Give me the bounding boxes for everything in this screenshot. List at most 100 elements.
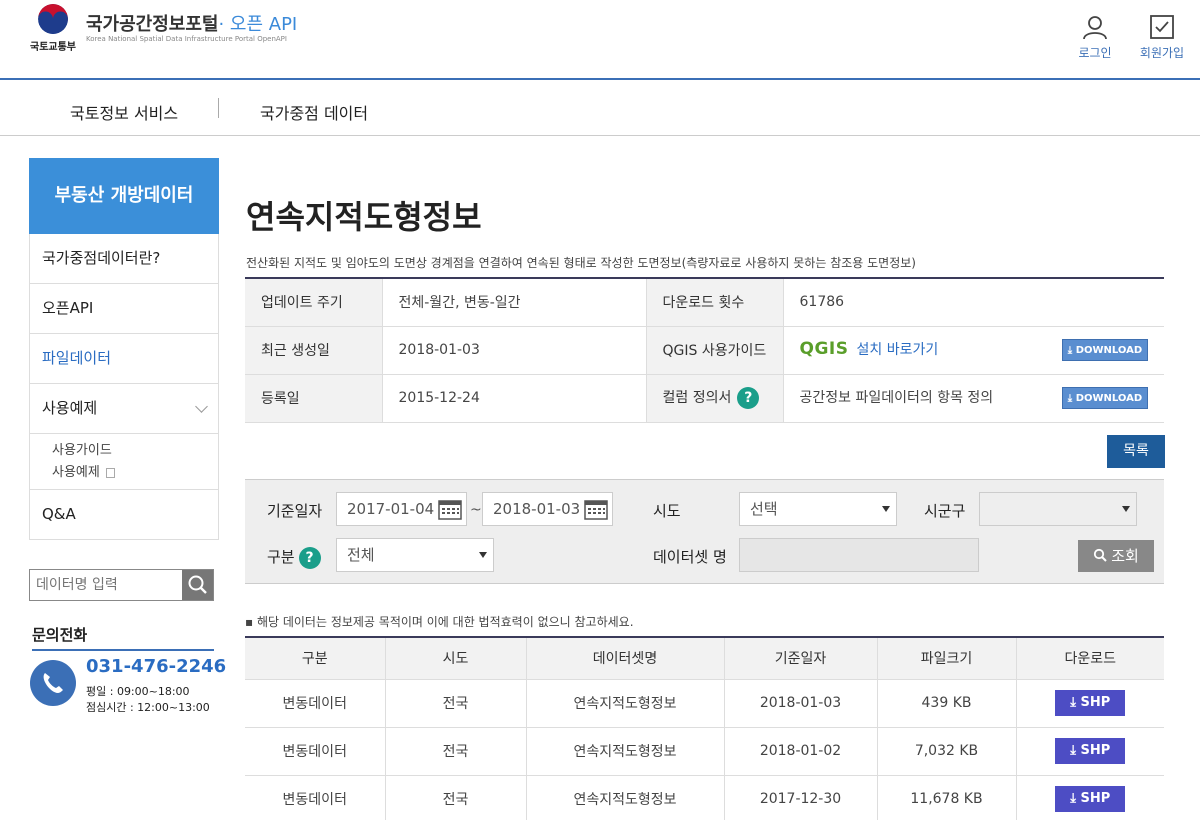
contact-title: 문의전화 [32, 624, 214, 651]
page-description: 전산화된 지적도 및 임야도의 도면상 경계점을 연결하여 연속된 형태로 작성… [246, 256, 916, 270]
info-label-registered: 등록일 [245, 374, 382, 423]
cell-date: 2017-12-30 [723, 775, 877, 820]
search-icon [1094, 548, 1107, 562]
cell-download: ⤓ SHP [1015, 775, 1164, 820]
contact-hours: 평일 : 09:00~18:00 점심시간 : 12:00~13:00 [86, 684, 210, 716]
sido-select[interactable]: 선택 [739, 492, 897, 526]
shp-download-button[interactable]: ⤓ SHP [1055, 738, 1126, 764]
info-label-qgis: QGIS 사용가이드 [645, 326, 783, 375]
sidebar-title[interactable]: 부동산 개방데이터 [29, 158, 219, 234]
sidebar-search [29, 569, 214, 601]
hours-weekday: 평일 : 09:00~18:00 [86, 685, 190, 698]
sidebar-item-qna[interactable]: Q&A [29, 490, 219, 540]
cell-type: 변동데이터 [245, 727, 385, 776]
col-header-filesize: 파일크기 [876, 637, 1016, 680]
ministry-name: 국토교통부 [30, 42, 76, 53]
cell-sido: 전국 [384, 679, 526, 728]
info-value-columns: 공간정보 파일데이터의 항목 정의 ⤓ DOWNLOAD [782, 374, 1164, 423]
sidebar-subitem-guide[interactable]: 사용가이드 [52, 440, 218, 462]
date-from-value: 2017-01-04 [347, 500, 435, 518]
copy-icon [105, 467, 115, 478]
shp-label: SHP [1080, 791, 1111, 806]
dropdown-arrow-icon [479, 552, 487, 558]
government-emblem-icon[interactable] [38, 4, 68, 34]
shp-download-button[interactable]: ⤓ SHP [1055, 786, 1126, 812]
nav-item-land-info[interactable]: 국토정보 서비스 [70, 100, 178, 124]
columns-download-button[interactable]: ⤓ DOWNLOAD [1062, 387, 1148, 409]
checkbox-icon [1150, 15, 1174, 39]
sidebar-submenu: 사용가이드 사용예제 [29, 434, 219, 490]
columns-desc: 공간정보 파일데이터의 항목 정의 [799, 390, 994, 406]
download-label: DOWNLOAD [1075, 345, 1143, 356]
sidebar-subitem-example[interactable]: 사용예제 [52, 462, 218, 484]
portal-title[interactable]: 국가공간정보포털· 오픈 API [86, 10, 297, 36]
info-label-created: 최근 생성일 [245, 326, 382, 375]
user-icon [1083, 16, 1107, 40]
cell-download: ⤓ SHP [1015, 727, 1164, 776]
date-from-input[interactable]: 2017-01-04 [336, 492, 467, 526]
nav-item-key-data[interactable]: 국가중점 데이터 [260, 100, 368, 124]
shp-download-button[interactable]: ⤓ SHP [1055, 690, 1126, 716]
hours-lunch: 점심시간 : 12:00~13:00 [86, 701, 210, 714]
table-row: 변동데이터 전국 연속지적도형정보 2018-01-03 439 KB ⤓ SH… [245, 679, 1164, 728]
sidebar: 부동산 개방데이터 국가중점데이터란? 오픈API 파일데이터 사용예제 사용가… [29, 158, 219, 540]
file-data-table: 구분 시도 데이터셋명 기준일자 파일크기 다운로드 변동데이터 전국 연속지적… [245, 636, 1164, 820]
dataset-name-label: 데이터셋 명 [653, 548, 727, 566]
login-button[interactable]: 로그인 [1065, 14, 1125, 61]
query-button[interactable]: 조회 [1078, 540, 1154, 572]
search-button[interactable] [182, 570, 213, 600]
top-navigation: 국토정보 서비스 국가중점 데이터 [0, 82, 1200, 136]
info-label-columns: 컬럼 정의서? [645, 374, 783, 423]
qgis-logo: QGIS [799, 339, 849, 359]
cell-filesize: 11,678 KB [876, 775, 1016, 820]
table-header-row: 구분 시도 데이터셋명 기준일자 파일크기 다운로드 [245, 637, 1164, 680]
info-value-created: 2018-01-03 [381, 326, 646, 375]
type-select[interactable]: 전체 [336, 538, 494, 572]
dataset-name-input[interactable] [739, 538, 979, 572]
signup-label: 회원가입 [1139, 46, 1185, 60]
help-icon[interactable]: ? [737, 387, 760, 409]
chevron-down-icon [195, 400, 208, 413]
type-label: 구분? [267, 546, 321, 569]
dataset-info-table: 업데이트 주기 전체-월간, 변동-일간 다운로드 횟수 61786 최근 생성… [245, 277, 1164, 423]
page-title: 연속지적도형정보 [246, 198, 482, 236]
cell-filesize: 7,032 KB [876, 727, 1016, 776]
login-label: 로그인 [1078, 46, 1112, 60]
info-row-update: 업데이트 주기 전체-월간, 변동-일간 다운로드 횟수 61786 [245, 278, 1164, 327]
sidebar-item-openapi[interactable]: 오픈API [29, 284, 219, 334]
sidebar-item-examples[interactable]: 사용예제 [29, 384, 219, 434]
portal-subtitle: Korea National Spatial Data Infrastructu… [86, 35, 287, 43]
cell-filesize: 439 KB [876, 679, 1016, 728]
calendar-icon[interactable] [584, 498, 608, 520]
date-to-input[interactable]: 2018-01-03 [482, 492, 613, 526]
cell-sido: 전국 [384, 727, 526, 776]
info-row-registered: 등록일 2015-12-24 컬럼 정의서? 공간정보 파일데이터의 항목 정의… [245, 374, 1164, 423]
cell-download: ⤓ SHP [1015, 679, 1164, 728]
qgis-download-button[interactable]: ⤓ DOWNLOAD [1062, 339, 1148, 361]
download-label: DOWNLOAD [1075, 393, 1143, 404]
data-search-input[interactable] [30, 570, 182, 600]
cell-sido: 전국 [384, 775, 526, 820]
table-row: 변동데이터 전국 연속지적도형정보 2018-01-02 7,032 KB ⤓ … [245, 727, 1164, 776]
sigungu-select[interactable] [979, 492, 1137, 526]
help-icon[interactable]: ? [298, 546, 321, 569]
query-label: 조회 [1111, 547, 1139, 565]
cell-dataset: 연속지적도형정보 [525, 775, 724, 820]
date-to-value: 2018-01-03 [493, 500, 581, 518]
sidebar-subitem-example-label: 사용예제 [52, 465, 100, 480]
list-button[interactable]: 목록 [1107, 435, 1165, 468]
portal-title-accent: · 오픈 API [218, 14, 298, 35]
calendar-icon[interactable] [438, 498, 462, 520]
sido-label: 시도 [653, 502, 681, 520]
info-label-update: 업데이트 주기 [245, 278, 382, 327]
signup-button[interactable]: 회원가입 [1132, 14, 1192, 61]
legal-notice: ▪ 해당 데이터는 정보제공 목적이며 이에 대한 법적효력이 없으니 참고하세… [245, 615, 634, 629]
nav-divider [218, 98, 219, 118]
sidebar-item-about[interactable]: 국가중점데이터란? [29, 234, 219, 284]
info-value-qgis: QGIS 설치 바로가기 ⤓ DOWNLOAD [782, 326, 1164, 375]
date-range-separator: ~ [470, 502, 482, 518]
shp-label: SHP [1080, 695, 1111, 710]
qgis-install-link[interactable]: 설치 바로가기 [856, 342, 938, 358]
col-header-date: 기준일자 [723, 637, 877, 680]
sidebar-item-file-data[interactable]: 파일데이터 [29, 334, 219, 384]
